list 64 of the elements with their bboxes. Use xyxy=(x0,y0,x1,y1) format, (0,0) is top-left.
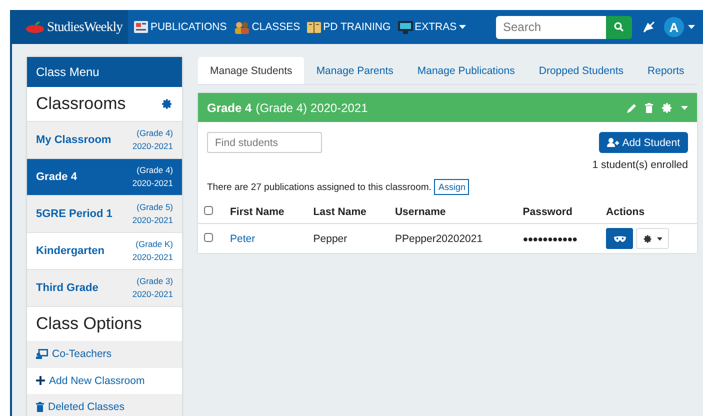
mask-icon xyxy=(614,236,626,242)
tab[interactable]: Manage Parents xyxy=(304,57,406,84)
class-title: Grade 4 (Grade 4) 2020-2021 xyxy=(207,100,369,114)
user-avatar[interactable]: A xyxy=(664,17,684,37)
add-student-button[interactable]: Add Student xyxy=(599,132,688,153)
logo[interactable]: StudiesWeekly xyxy=(12,10,128,44)
column-header: Username xyxy=(394,206,446,218)
teacher-board-icon xyxy=(36,349,48,360)
assign-button[interactable]: Assign xyxy=(434,179,470,195)
option-link[interactable]: Add New Classroom xyxy=(27,368,182,394)
caret-icon xyxy=(656,236,662,240)
students-icon xyxy=(234,20,250,34)
nav-link[interactable]: PD TRAINING xyxy=(307,20,391,34)
enrolled-count: 1 student(s) enrolled xyxy=(592,159,688,171)
book-icon xyxy=(307,21,322,33)
plus-icon xyxy=(36,376,45,386)
muted-bell-icon[interactable] xyxy=(643,21,655,33)
search-field[interactable]: Find students xyxy=(207,132,322,153)
tab[interactable]: Dropped Students xyxy=(526,57,636,84)
settings-icon[interactable] xyxy=(161,98,173,110)
nav-link[interactable]: CLASSES xyxy=(234,20,300,34)
publications-note: There are 27 publications assigned to this classroom. xyxy=(207,182,432,192)
classroom-item[interactable]: My Classroom (Grade 4) 2020-2021 xyxy=(27,121,182,158)
settings-icon[interactable] xyxy=(643,232,653,244)
trash-icon[interactable] xyxy=(645,102,653,112)
classroom-item[interactable]: Grade 4 (Grade 4) 2020-2021 xyxy=(27,158,182,195)
caret-icon xyxy=(688,25,695,29)
option-link[interactable]: Deleted Classes xyxy=(27,394,182,416)
column-header: Last Name xyxy=(313,206,366,218)
option-link[interactable]: Co-Teachers xyxy=(27,341,182,368)
row-checkbox[interactable] xyxy=(204,206,213,215)
search-field[interactable]: Search xyxy=(496,16,606,38)
section-title: Class Options xyxy=(36,314,142,334)
section-title: Classrooms xyxy=(36,94,126,114)
actions-dropdown-button[interactable] xyxy=(636,228,670,249)
row-checkbox[interactable] xyxy=(204,232,213,242)
search-icon xyxy=(614,22,624,32)
tab[interactable]: Manage Students xyxy=(198,57,304,84)
classroom-item[interactable]: Kindergarten (Grade K) 2020-2021 xyxy=(27,232,182,269)
caret-icon xyxy=(458,25,466,29)
student-name-link[interactable]: Peter xyxy=(230,232,256,244)
classroom-item[interactable]: 5GRE Period 1 (Grade 5) 2020-2021 xyxy=(27,195,182,232)
nav-link[interactable]: EXTRAS xyxy=(398,20,466,34)
monitor-icon xyxy=(398,20,413,34)
newspaper-icon xyxy=(134,21,148,33)
view-as-student-button[interactable] xyxy=(606,228,634,249)
password-mask: ●●●●●●●●●●● xyxy=(522,234,578,244)
tab[interactable]: Manage Publications xyxy=(405,57,527,84)
apple-icon xyxy=(26,21,44,33)
search-button[interactable] xyxy=(606,16,632,38)
add-user-icon xyxy=(607,138,620,147)
column-header: Actions xyxy=(606,206,645,218)
sidebar-header: Class Menu xyxy=(27,57,182,87)
pencil-icon[interactable] xyxy=(627,102,637,112)
classroom-item[interactable]: Third Grade (Grade 3) 2020-2021 xyxy=(27,269,182,306)
trash-icon xyxy=(36,402,44,412)
nav-link[interactable]: PUBLICATIONS xyxy=(134,20,227,34)
caret-icon xyxy=(681,106,688,110)
table-cell: Pepper xyxy=(313,232,348,244)
logo-text: StudiesWeekly xyxy=(47,19,122,35)
column-header: First Name xyxy=(230,206,284,218)
column-header: Password xyxy=(522,206,572,218)
tab[interactable]: Reports xyxy=(636,57,703,84)
table-cell: PPepper20202021 xyxy=(394,232,483,244)
